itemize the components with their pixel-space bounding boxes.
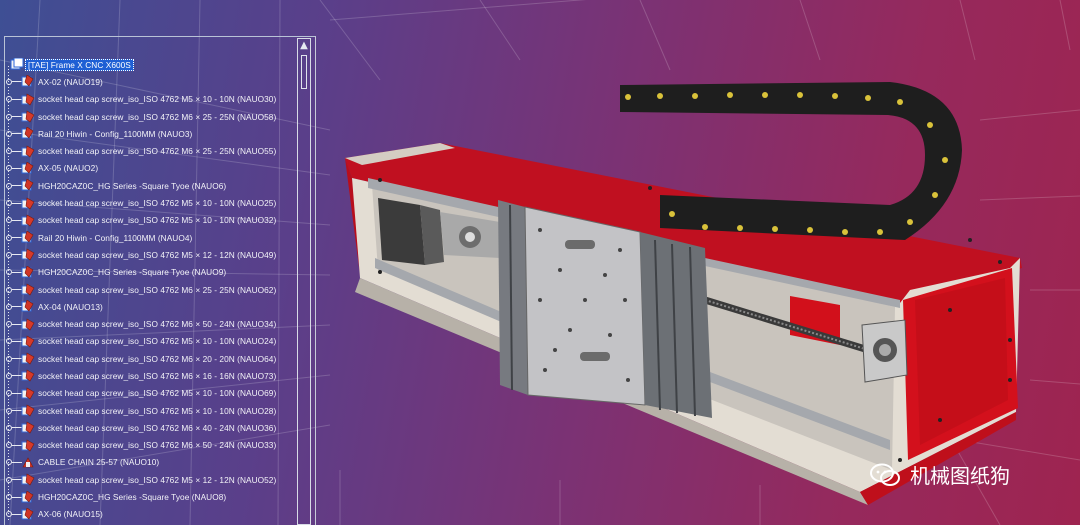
tree-item[interactable]: socket head cap screw_iso_ISO 4762 M5 × … — [4, 212, 296, 229]
part-icon — [21, 421, 35, 434]
tree-item-label: socket head cap screw_iso_ISO 4762 M5 × … — [38, 94, 277, 105]
assembly-icon — [21, 507, 34, 520]
tree-item-label: socket head cap screw_iso_ISO 4762 M5 × … — [38, 388, 277, 399]
3d-viewport[interactable]: ▲ [TAE] Frame X CNC X600S AX-02 (NAUO19)… — [0, 0, 1080, 525]
tree-item-label: HGH20CAZ0C_HG Series -Square Tyoe (NAUO9… — [38, 267, 227, 278]
assembly-icon — [21, 75, 34, 87]
tree-item-label: socket head cap screw_iso_ISO 4762 M5 × … — [38, 215, 277, 226]
tree-item-label: socket head cap screw_iso_ISO 4762 M6 × … — [38, 353, 277, 364]
assembly-icon — [21, 231, 34, 243]
part-icon — [21, 248, 35, 261]
part-icon — [21, 387, 35, 400]
scroll-up-icon[interactable]: ▲ — [299, 40, 309, 52]
tree-item-label: HGH20CAZ0C_HG Series -Square Tyoe (NAUO8… — [38, 492, 227, 503]
tree-item[interactable]: AX-05 (NAUO2) — [4, 160, 296, 177]
tree-item[interactable]: socket head cap screw_iso_ISO 4762 M6 × … — [4, 437, 296, 454]
tree-item[interactable]: AX-04 (NAUO13) — [4, 298, 296, 315]
part-icon — [21, 283, 35, 296]
tree-item[interactable]: socket head cap screw_iso_ISO 4762 M6 × … — [4, 419, 296, 436]
scroll-thumb[interactable] — [301, 55, 307, 89]
tree-item-label: CABLE CHAIN 25-57 (NAUO10) — [38, 457, 160, 468]
tree-item[interactable]: Rail 20 Hiwin - Config_1100MM (NAUO3) — [4, 125, 296, 142]
tree-item[interactable]: socket head cap screw_iso_ISO 4762 M6 × … — [4, 281, 296, 298]
tree-item[interactable]: socket head cap screw_iso_ISO 4762 M5 × … — [4, 385, 296, 402]
tree-item-label: Rail 20 Hiwin - Config_1100MM (NAUO4) — [38, 232, 193, 243]
tree-root-item[interactable]: [TAE] Frame X CNC X600S — [4, 56, 296, 73]
tree-item-label: AX-05 (NAUO2) — [38, 163, 99, 174]
tree-item-label: socket head cap screw_iso_ISO 4762 M6 × … — [38, 370, 277, 381]
tree-item-label: socket head cap screw_iso_ISO 4762 M5 × … — [38, 249, 277, 260]
tree-item-label: socket head cap screw_iso_ISO 4762 M6 × … — [38, 422, 277, 433]
tree-item[interactable]: Rail 20 Hiwin - Config_1100MM (NAUO4) — [4, 229, 296, 246]
tree-item-label: socket head cap screw_iso_ISO 4762 M6 × … — [38, 319, 277, 330]
part-icon — [21, 110, 35, 123]
feature-tree[interactable]: [TAE] Frame X CNC X600S AX-02 (NAUO19) so… — [4, 56, 296, 523]
tree-item[interactable]: HGH20CAZ0C_HG Series -Square Tyoe (NAUO6… — [4, 177, 296, 194]
tree-item-label: AX-06 (NAUO15) — [38, 509, 103, 520]
tree-item-label: socket head cap screw_iso_ISO 4762 M5 × … — [38, 474, 277, 485]
tree-item[interactable]: socket head cap screw_iso_ISO 4762 M5 × … — [4, 246, 296, 263]
tree-item[interactable]: socket head cap screw_iso_ISO 4762 M5 × … — [4, 194, 296, 211]
tree-item[interactable]: socket head cap screw_iso_ISO 4762 M6 × … — [4, 315, 296, 332]
part-icon — [21, 370, 35, 382]
cable-chain — [620, 82, 962, 240]
tree-item[interactable]: HGH20CAZ0C_HG Series -Square Tyoe (NAUO9… — [4, 264, 296, 281]
tree-item-label: socket head cap screw_iso_ISO 4762 M6 × … — [38, 146, 277, 157]
assembly-icon — [21, 161, 34, 174]
wechat-icon — [870, 463, 900, 486]
assembly-icon — [21, 127, 34, 139]
part-icon — [21, 145, 35, 158]
tree-item[interactable]: AX-02 (NAUO19) — [4, 73, 296, 90]
part-icon — [21, 404, 35, 417]
tree-item[interactable]: socket head cap screw_iso_ISO 4762 M5 × … — [4, 91, 296, 108]
part-icon — [21, 473, 35, 486]
watermark: 机械图纸狗 — [870, 460, 1010, 489]
cad-model[interactable] — [330, 50, 1060, 520]
part-icon — [21, 439, 35, 452]
tree-item[interactable]: socket head cap screw_iso_ISO 4762 M5 × … — [4, 333, 296, 350]
tree-item-label: socket head cap screw_iso_ISO 4762 M6 × … — [38, 440, 277, 451]
tree-item-label: socket head cap screw_iso_ISO 4762 M6 × … — [38, 111, 277, 122]
tree-item[interactable]: socket head cap screw_iso_ISO 4762 M5 × … — [4, 471, 296, 488]
part-icon — [21, 93, 35, 106]
tree-item-label: socket head cap screw_iso_ISO 4762 M6 × … — [38, 284, 277, 295]
part-icon — [21, 197, 35, 209]
part-icon — [21, 318, 35, 331]
product-icon — [10, 58, 24, 70]
watermark-text: 机械图纸狗 — [910, 464, 1010, 488]
tree-item[interactable]: AX-06 (NAUO15) — [4, 506, 296, 523]
assembly-icon — [21, 265, 34, 278]
tree-root-label: [TAE] Frame X CNC X600S — [25, 58, 134, 71]
assembly-icon — [21, 179, 34, 191]
part-icon — [21, 335, 35, 348]
tree-item[interactable]: socket head cap screw_iso_ISO 4762 M6 × … — [4, 367, 296, 384]
tree-item[interactable]: HGH20CAZ0C_HG Series -Square Tyoe (NAUO8… — [4, 488, 296, 505]
tree-item-label: socket head cap screw_iso_ISO 4762 M5 × … — [38, 336, 277, 347]
tree-item-label: socket head cap screw_iso_ISO 4762 M5 × … — [38, 405, 277, 416]
chain-icon — [22, 457, 34, 468]
stepper-motor — [378, 198, 425, 265]
tree-item[interactable]: socket head cap screw_iso_ISO 4762 M6 × … — [4, 142, 296, 159]
carriage-plate — [524, 206, 646, 406]
tree-item[interactable]: socket head cap screw_iso_ISO 4762 M6 × … — [4, 350, 296, 367]
part-icon — [21, 214, 35, 227]
tree-item-label: AX-02 (NAUO19) — [38, 76, 103, 87]
tree-item[interactable]: socket head cap screw_iso_ISO 4762 M6 × … — [4, 108, 296, 125]
tree-item-label: socket head cap screw_iso_ISO 4762 M5 × … — [38, 198, 277, 209]
tree-item[interactable]: socket head cap screw_iso_ISO 4762 M5 × … — [4, 402, 296, 419]
tree-item-label: HGH20CAZ0C_HG Series -Square Tyoe (NAUO6… — [38, 180, 227, 191]
tree-item-label: AX-04 (NAUO13) — [38, 301, 103, 312]
carriage-extrusion-left — [498, 200, 528, 395]
assembly-icon — [21, 300, 34, 312]
tree-item-label: Rail 20 Hiwin - Config_1100MM (NAUO3) — [38, 128, 193, 139]
part-icon — [21, 352, 35, 365]
tree-item[interactable]: CABLE CHAIN 25-57 (NAUO10) — [4, 454, 296, 471]
tree-scrollbar[interactable]: ▲ — [297, 38, 311, 525]
assembly-icon — [21, 490, 34, 503]
